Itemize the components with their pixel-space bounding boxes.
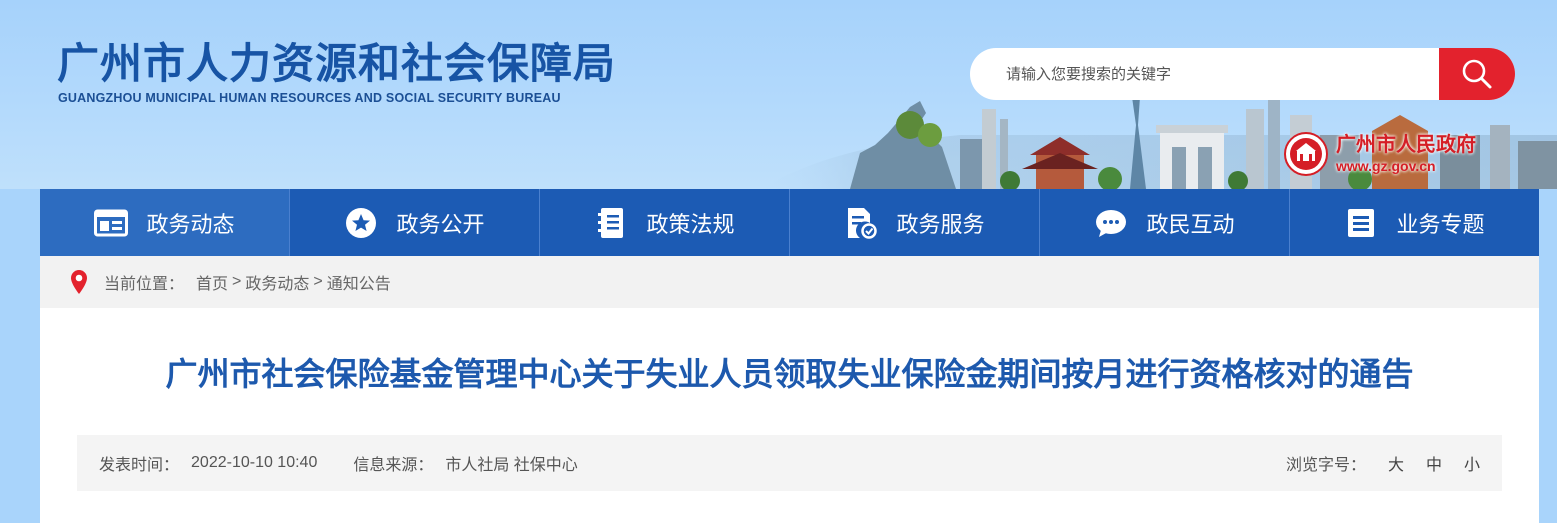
nav-item-policy[interactable]: 政策法规 bbox=[540, 189, 790, 256]
breadcrumb-prefix: 当前位置： bbox=[104, 276, 185, 293]
site-title[interactable]: 广州市人力资源和社会保障局 bbox=[57, 38, 616, 90]
book-icon bbox=[594, 207, 628, 238]
nav-item-label: 业务专题 bbox=[1396, 211, 1485, 237]
search-button[interactable] bbox=[1439, 48, 1515, 100]
breadcrumb-separator: > bbox=[232, 273, 242, 290]
publish-time: 2022-10-10 10:40 bbox=[191, 454, 318, 471]
star-icon bbox=[344, 207, 378, 238]
article-meta-bar: 发表时间： 2022-10-10 10:40 信息来源： 市人社局 社保中心 浏… bbox=[77, 435, 1502, 491]
search-icon bbox=[1462, 59, 1492, 89]
breadcrumb: 当前位置： 首页 > 政务动态 > 通知公告 bbox=[40, 256, 1539, 308]
location-pin-icon bbox=[71, 270, 87, 294]
main-nav: 政务动态 政务公开 政策法规 政务服务 政民互动 业务专题 bbox=[40, 189, 1539, 256]
nav-item-label: 政务动态 bbox=[146, 211, 235, 237]
font-size-large-button[interactable]: 大 bbox=[1388, 451, 1404, 475]
nav-item-topics[interactable]: 业务专题 bbox=[1290, 189, 1539, 256]
breadcrumb-notices[interactable]: 通知公告 bbox=[327, 270, 391, 294]
nav-item-label: 政务公开 bbox=[396, 211, 485, 237]
source-label: 信息来源： bbox=[353, 457, 434, 474]
nav-item-label: 政策法规 bbox=[646, 211, 735, 237]
article-container: 广州市社会保险基金管理中心关于失业人员领取失业保险金期间按月进行资格核对的通告 … bbox=[40, 308, 1539, 523]
breadcrumb-home[interactable]: 首页 bbox=[196, 270, 228, 294]
chat-icon bbox=[1094, 208, 1128, 238]
gov-name: 广州市人民政府 bbox=[1336, 134, 1476, 156]
font-size-medium-button[interactable]: 中 bbox=[1426, 451, 1442, 475]
font-size-label: 浏览字号： bbox=[1285, 457, 1366, 474]
news-icon bbox=[94, 208, 129, 238]
list-icon bbox=[1344, 208, 1378, 238]
breadcrumb-separator: > bbox=[313, 273, 323, 290]
search-input[interactable] bbox=[970, 48, 1440, 100]
nav-item-services[interactable]: 政务服务 bbox=[790, 189, 1040, 256]
nav-item-news[interactable]: 政务动态 bbox=[40, 189, 290, 256]
nav-item-disclosure[interactable]: 政务公开 bbox=[290, 189, 540, 256]
document-service-icon bbox=[844, 207, 878, 239]
publish-time-label: 发表时间： bbox=[99, 457, 180, 474]
breadcrumb-news[interactable]: 政务动态 bbox=[245, 270, 309, 294]
nav-item-label: 政务服务 bbox=[896, 211, 985, 237]
nav-item-interaction[interactable]: 政民互动 bbox=[1040, 189, 1290, 256]
font-size-small-button[interactable]: 小 bbox=[1464, 451, 1480, 475]
gov-url: www.gz.gov.cn bbox=[1336, 158, 1436, 174]
site-subtitle-en: GUANGZHOU MUNICIPAL HUMAN RESOURCES AND … bbox=[58, 91, 561, 105]
article-title: 广州市社会保险基金管理中心关于失业人员领取失业保险金期间按月进行资格核对的通告 bbox=[165, 356, 1414, 392]
gz-government-link[interactable]: 广州市人民政府 www.gz.gov.cn bbox=[1284, 126, 1519, 182]
site-header: 广州市人力资源和社会保障局 GUANGZHOU MUNICIPAL HUMAN … bbox=[0, 0, 1557, 189]
nav-item-label: 政民互动 bbox=[1146, 211, 1235, 237]
search-bar bbox=[970, 48, 1515, 100]
gov-emblem-icon bbox=[1284, 132, 1328, 176]
source: 市人社局 社保中心 bbox=[445, 457, 578, 474]
